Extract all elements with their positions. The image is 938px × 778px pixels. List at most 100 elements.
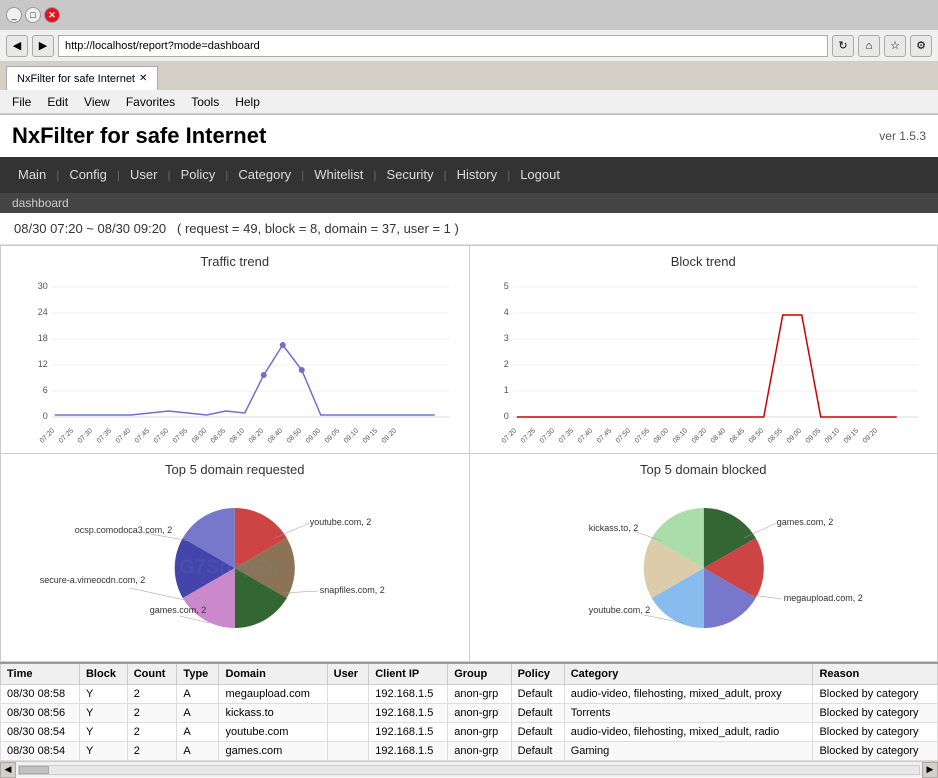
address-bar[interactable] [58,35,828,57]
cell-0: 08/30 08:54 [1,742,80,761]
data-table: Time Block Count Type Domain User Client… [0,662,938,761]
svg-text:5: 5 [503,281,508,291]
svg-text:kickass.to, 2: kickass.to, 2 [588,523,638,533]
svg-text:08:00: 08:00 [191,427,208,444]
tab-close-button[interactable]: ✕ [139,73,147,84]
col-reason: Reason [813,663,938,685]
stats-bar: 08/30 07:20 ~ 08/30 09:20 ( request = 49… [0,213,938,245]
cell-4: games.com [219,742,327,761]
stats-period: 08/30 07:20 ~ 08/30 09:20 [14,221,166,236]
active-tab[interactable]: NxFilter for safe Internet ✕ [6,66,158,90]
nav-logout[interactable]: Logout [510,157,570,193]
tab-label: NxFilter for safe Internet [17,73,135,85]
svg-text:08:10: 08:10 [671,427,688,444]
cell-7: anon-grp [448,723,511,742]
top-domain-blocked-title: Top 5 domain blocked [478,462,930,477]
nav-main[interactable]: Main [8,157,56,193]
refresh-button[interactable]: ↻ [832,35,854,57]
cell-5 [327,723,369,742]
stats-details: ( request = 49, block = 8, domain = 37, … [177,221,459,236]
nav-category[interactable]: Category [228,157,301,193]
svg-text:0: 0 [43,411,48,421]
cell-8: Default [511,723,564,742]
svg-text:08:50: 08:50 [286,427,303,444]
svg-text:09:10: 09:10 [343,427,360,444]
star-button[interactable]: ☆ [884,35,906,57]
menu-view[interactable]: View [76,93,118,111]
top-domain-requested-area: G7SnapFr... youtube.com, 2 [9,483,461,653]
menu-tools[interactable]: Tools [183,93,227,111]
col-domain: Domain [219,663,327,685]
cell-1: Y [79,742,127,761]
app-header: NxFilter for safe Internet ver 1.5.3 [0,115,938,157]
cell-3: A [177,742,219,761]
svg-text:12: 12 [38,359,48,369]
cell-9: audio-video, filehosting, mixed_adult, r… [564,723,813,742]
col-category: Category [564,663,813,685]
svg-text:07:55: 07:55 [172,427,189,444]
svg-text:09:15: 09:15 [362,427,379,444]
menu-edit[interactable]: Edit [39,93,76,111]
svg-text:secure-a.vimeocdn.com, 2: secure-a.vimeocdn.com, 2 [40,575,146,585]
table-header-row: Time Block Count Type Domain User Client… [1,663,938,685]
home-button[interactable]: ⌂ [858,35,880,57]
scroll-track[interactable] [18,765,920,775]
svg-text:09:00: 09:00 [785,427,802,444]
nav-whitelist[interactable]: Whitelist [304,157,373,193]
svg-text:07:25: 07:25 [519,427,536,444]
svg-text:1: 1 [503,385,508,395]
nav-security[interactable]: Security [377,157,444,193]
browser-nav-bar: ◀ ▶ ↻ ⌂ ☆ ⚙ [0,30,938,62]
menu-favorites[interactable]: Favorites [118,93,183,111]
horizontal-scrollbar[interactable]: ◀ ▶ [0,761,938,777]
nav-policy[interactable]: Policy [171,157,226,193]
traffic-chart-svg: 30 24 18 12 6 0 [9,275,461,445]
svg-text:30: 30 [38,281,48,291]
pie-charts-row: Top 5 domain requested G7SnapFr... [0,454,938,662]
cell-4: youtube.com [219,723,327,742]
maximize-button[interactable]: □ [25,7,41,23]
close-button[interactable]: ✕ [44,7,60,23]
traffic-chart-panel: Traffic trend 30 24 18 12 6 0 [1,246,470,453]
charts-row: Traffic trend 30 24 18 12 6 0 [0,245,938,454]
table-body: 08/30 08:58Y2Amegaupload.com192.168.1.5a… [1,685,938,761]
svg-text:games.com, 2: games.com, 2 [150,605,207,615]
svg-text:09:20: 09:20 [861,427,878,444]
cell-7: anon-grp [448,742,511,761]
cell-7: anon-grp [448,685,511,704]
scroll-right-button[interactable]: ▶ [922,762,938,778]
table-row: 08/30 08:58Y2Amegaupload.com192.168.1.5a… [1,685,938,704]
scroll-thumb[interactable] [19,766,49,774]
cell-10: Blocked by category [813,685,938,704]
menu-file[interactable]: File [4,93,39,111]
svg-text:08:20: 08:20 [248,427,265,444]
svg-text:07:40: 07:40 [115,427,132,444]
tools-button[interactable]: ⚙ [910,35,932,57]
col-time: Time [1,663,80,685]
svg-text:09:15: 09:15 [842,427,859,444]
forward-button[interactable]: ▶ [32,35,54,57]
svg-text:07:20: 07:20 [500,427,517,444]
back-button[interactable]: ◀ [6,35,28,57]
cell-1: Y [79,685,127,704]
menu-help[interactable]: Help [227,93,268,111]
svg-text:09:05: 09:05 [804,427,821,444]
nav-history[interactable]: History [447,157,507,193]
nav-config[interactable]: Config [59,157,117,193]
svg-text:07:20: 07:20 [39,427,56,444]
svg-text:07:30: 07:30 [77,427,94,444]
watermark: G7SnapFr... [179,557,290,580]
cell-2: 2 [127,742,177,761]
block-chart-svg: 5 4 3 2 1 0 07:20 [478,275,930,445]
col-block: Block [79,663,127,685]
top-domain-requested-title: Top 5 domain requested [9,462,461,477]
minimize-button[interactable]: _ [6,7,22,23]
cell-2: 2 [127,685,177,704]
scroll-left-button[interactable]: ◀ [0,762,16,778]
cell-6: 192.168.1.5 [369,723,448,742]
col-count: Count [127,663,177,685]
svg-text:snapfiles.com, 2: snapfiles.com, 2 [320,585,385,595]
svg-text:0: 0 [503,411,508,421]
nav-user[interactable]: User [120,157,167,193]
cell-4: megaupload.com [219,685,327,704]
